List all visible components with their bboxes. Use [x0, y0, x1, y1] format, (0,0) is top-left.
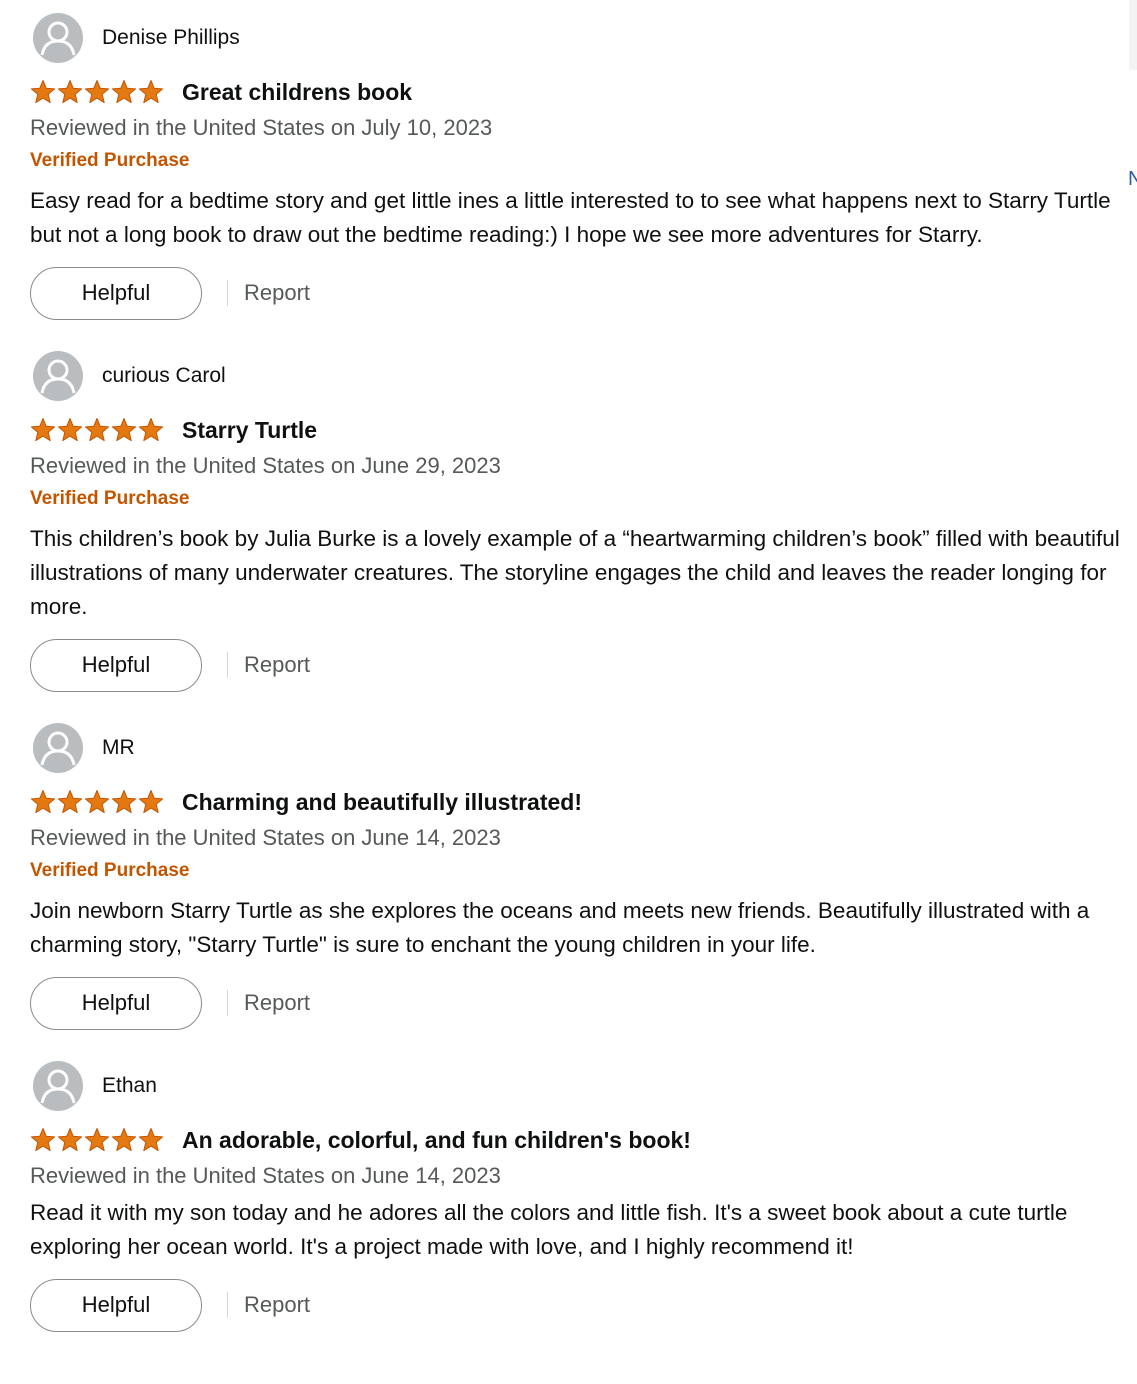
- reviewer-name[interactable]: Ethan: [102, 1074, 157, 1098]
- review-title[interactable]: Great childrens book: [182, 79, 412, 106]
- divider: [227, 652, 228, 678]
- star-icon: [84, 418, 110, 442]
- review-actions: Helpful Report: [30, 638, 1120, 692]
- star-rating[interactable]: [30, 789, 164, 815]
- review-title[interactable]: An adorable, colorful, and fun children'…: [182, 1127, 691, 1154]
- review-title[interactable]: Charming and beautifully illustrated!: [182, 789, 582, 816]
- reviewer-profile[interactable]: curious Carol: [30, 350, 1120, 402]
- star-icon: [138, 418, 164, 442]
- verified-purchase-badge: Verified Purchase: [30, 860, 190, 881]
- star-icon: [30, 80, 56, 104]
- divider: [227, 1292, 228, 1318]
- divider: [227, 990, 228, 1016]
- reviewer-profile[interactable]: Denise Phillips: [30, 12, 1120, 64]
- star-icon: [30, 418, 56, 442]
- star-icon: [111, 418, 137, 442]
- star-icon: [111, 790, 137, 814]
- avatar-icon: [33, 723, 83, 773]
- verified-purchase-badge: Verified Purchase: [30, 150, 190, 171]
- reviews-list: Denise Phillips Great childrens book Rev…: [30, 12, 1120, 1332]
- review-card: Denise Phillips Great childrens book Rev…: [30, 12, 1120, 320]
- review-card: MR Charming and beautifully illustrated!…: [30, 722, 1120, 1030]
- reviewer-profile[interactable]: MR: [30, 722, 1120, 774]
- report-link[interactable]: Report: [244, 652, 310, 678]
- report-link[interactable]: Report: [244, 990, 310, 1016]
- divider: [227, 280, 228, 306]
- star-icon: [138, 1128, 164, 1152]
- reviewer-name[interactable]: MR: [102, 736, 135, 760]
- review-date: Reviewed in the United States on July 10…: [30, 115, 493, 140]
- star-icon: [57, 790, 83, 814]
- star-rating[interactable]: [30, 417, 164, 443]
- helpful-button[interactable]: Helpful: [30, 638, 202, 692]
- helpful-button[interactable]: Helpful: [30, 266, 202, 320]
- star-icon: [111, 1128, 137, 1152]
- avatar-icon: [33, 13, 83, 63]
- review-body: This children’s book by Julia Burke is a…: [30, 526, 1120, 619]
- review-date: Reviewed in the United States on June 14…: [30, 825, 501, 850]
- review-date: Reviewed in the United States on June 29…: [30, 453, 501, 478]
- avatar-icon: [33, 351, 83, 401]
- star-icon: [111, 80, 137, 104]
- review-body: Join newborn Starry Turtle as she explor…: [30, 898, 1090, 957]
- star-icon: [30, 790, 56, 814]
- review-actions: Helpful Report: [30, 976, 1120, 1030]
- star-icon: [57, 418, 83, 442]
- review-date: Reviewed in the United States on June 14…: [30, 1163, 501, 1188]
- review-body: Read it with my son today and he adores …: [30, 1200, 1068, 1259]
- star-rating[interactable]: [30, 79, 164, 105]
- scrollbar-track[interactable]: [1129, 0, 1137, 70]
- review-card: Ethan An adorable, colorful, and fun chi…: [30, 1060, 1120, 1332]
- star-rating[interactable]: [30, 1127, 164, 1153]
- star-icon: [84, 1128, 110, 1152]
- reviewer-name[interactable]: curious Carol: [102, 364, 226, 388]
- reviewer-profile[interactable]: Ethan: [30, 1060, 1120, 1112]
- review-body: Easy read for a bedtime story and get li…: [30, 188, 1111, 247]
- review-actions: Helpful Report: [30, 1278, 1120, 1332]
- truncated-edge-text: N: [1128, 168, 1137, 190]
- helpful-button[interactable]: Helpful: [30, 976, 202, 1030]
- helpful-button[interactable]: Helpful: [30, 1278, 202, 1332]
- star-icon: [57, 80, 83, 104]
- report-link[interactable]: Report: [244, 1292, 310, 1318]
- star-icon: [138, 80, 164, 104]
- star-icon: [30, 1128, 56, 1152]
- review-card: curious Carol Starry Turtle Reviewed in …: [30, 350, 1120, 692]
- avatar-icon: [33, 1061, 83, 1111]
- star-icon: [84, 790, 110, 814]
- verified-purchase-badge: Verified Purchase: [30, 488, 190, 509]
- report-link[interactable]: Report: [244, 280, 310, 306]
- review-actions: Helpful Report: [30, 266, 1120, 320]
- reviewer-name[interactable]: Denise Phillips: [102, 26, 240, 50]
- star-icon: [84, 80, 110, 104]
- review-title[interactable]: Starry Turtle: [182, 417, 317, 444]
- star-icon: [57, 1128, 83, 1152]
- star-icon: [138, 790, 164, 814]
